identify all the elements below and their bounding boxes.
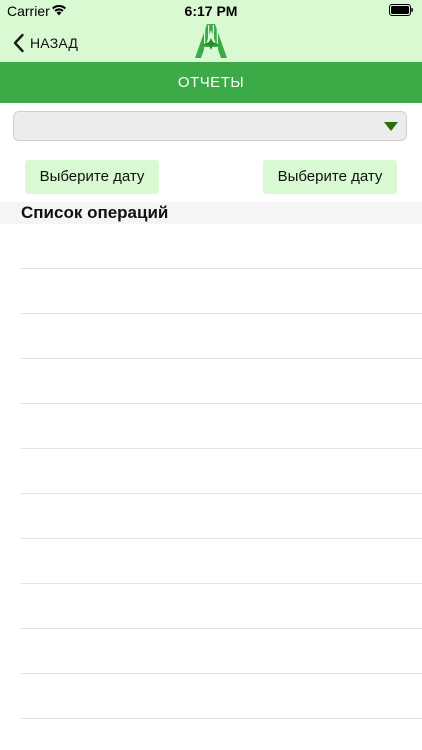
- battery-icon: [389, 4, 413, 16]
- caret-down-icon: [384, 122, 398, 131]
- list-item[interactable]: [21, 539, 422, 584]
- top-area: Carrier 6:17 PM НАЗАД: [0, 0, 422, 62]
- operations-list[interactable]: [0, 224, 422, 719]
- back-label: НАЗАД: [30, 35, 79, 51]
- report-type-select[interactable]: [13, 111, 407, 141]
- list-item[interactable]: [21, 404, 422, 449]
- list-item[interactable]: [21, 629, 422, 674]
- date-from-button[interactable]: Выберите дату: [25, 160, 159, 194]
- chevron-left-icon: [13, 33, 24, 53]
- section-header: Список операций: [0, 202, 422, 224]
- list-item[interactable]: [21, 359, 422, 404]
- list-item[interactable]: [21, 449, 422, 494]
- section-title: Список операций: [21, 203, 169, 222]
- list-item[interactable]: [21, 314, 422, 359]
- status-bar: Carrier 6:17 PM: [0, 0, 422, 22]
- list-item[interactable]: [21, 224, 422, 269]
- nav-bar: НАЗАД: [0, 22, 422, 62]
- status-time: 6:17 PM: [184, 3, 238, 19]
- page-title: ОТЧЕТЫ: [0, 62, 422, 103]
- list-item[interactable]: [21, 584, 422, 629]
- list-item[interactable]: [21, 269, 422, 314]
- aviation-logo-icon: [195, 24, 227, 58]
- back-button[interactable]: НАЗАД: [12, 32, 78, 54]
- date-to-button[interactable]: Выберите дату: [263, 160, 397, 194]
- list-item[interactable]: [21, 494, 422, 539]
- list-item[interactable]: [21, 674, 422, 719]
